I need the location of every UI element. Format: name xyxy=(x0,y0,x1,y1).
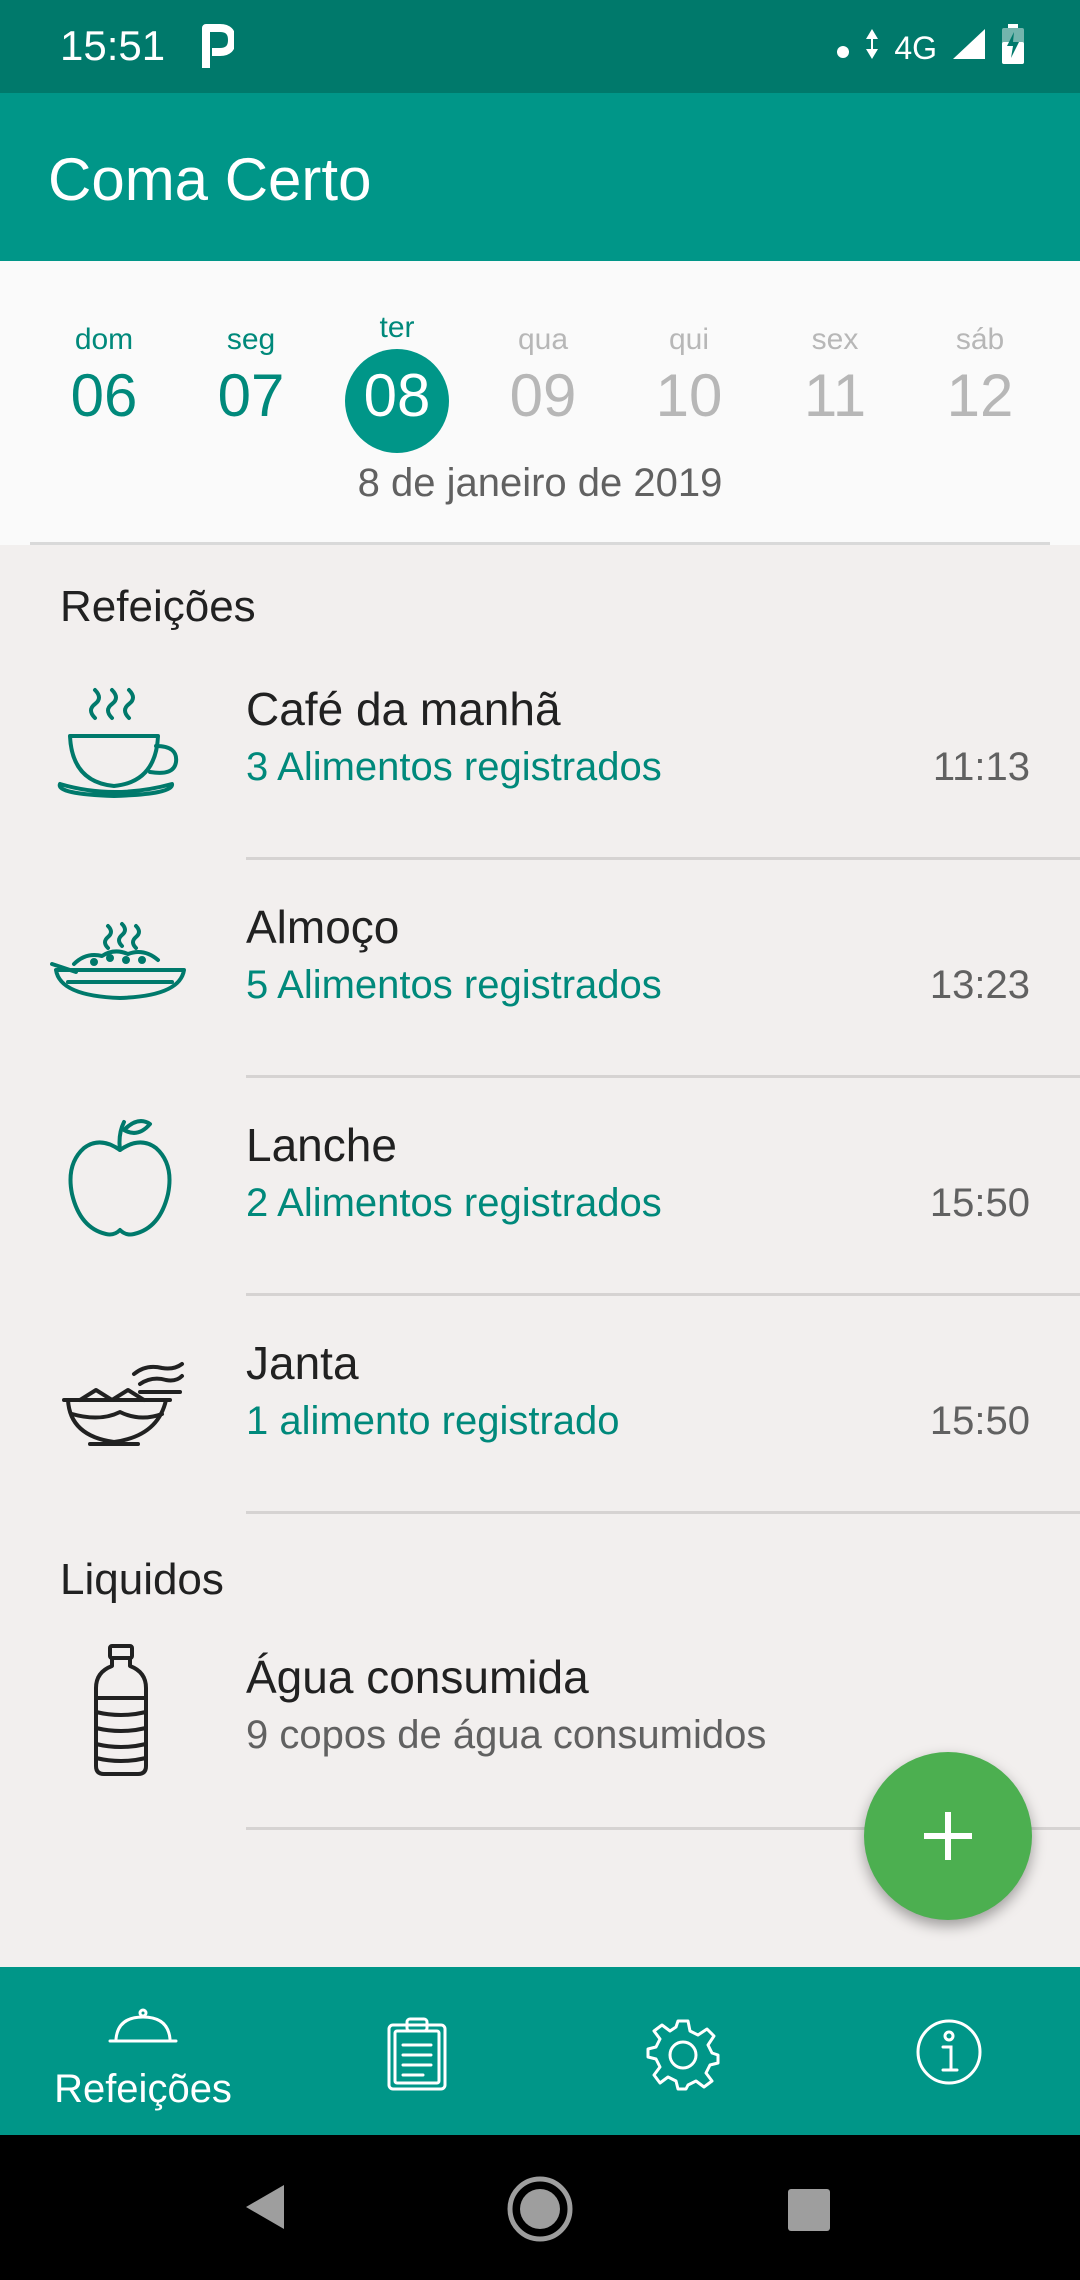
app-bar: Coma Certo xyxy=(0,93,1080,261)
meal-row-snack[interactable]: Lanche 2 Alimentos registrados 15:50 xyxy=(0,1078,1080,1296)
day-name: sex xyxy=(811,323,859,356)
battery-charging-icon xyxy=(1001,24,1025,72)
plus-icon xyxy=(922,1810,974,1867)
bottom-navigation: Refeições xyxy=(0,1967,1080,2135)
meal-name: Almoço xyxy=(246,901,400,953)
day-name: ter xyxy=(379,311,415,344)
system-navigation-bar xyxy=(0,2135,1080,2280)
day-name: seg xyxy=(226,323,276,356)
meal-time: 15:50 xyxy=(929,1399,1030,1443)
notification-dot-icon xyxy=(836,30,850,67)
status-bar: 15:51 4G xyxy=(0,0,1080,93)
day-name: qui xyxy=(668,323,710,356)
liquid-name: Água consumida xyxy=(246,1651,589,1703)
day-name: dom xyxy=(74,323,134,356)
water-bottle-icon xyxy=(50,1640,190,1780)
meal-time: 13:23 xyxy=(929,963,1030,1007)
coffee-cup-icon xyxy=(50,672,190,812)
day-number: 12 xyxy=(946,362,1014,429)
meal-summary: 3 Alimentos registrados xyxy=(246,745,662,789)
cloche-icon xyxy=(108,2007,178,2052)
day-number: 06 xyxy=(70,362,138,429)
meal-time: 15:50 xyxy=(929,1181,1030,1225)
day-number: 07 xyxy=(217,362,285,429)
meal-name: Janta xyxy=(246,1337,359,1389)
clipboard-icon xyxy=(385,2017,449,2096)
meal-row-lunch[interactable]: Almoço 5 Alimentos registrados 13:23 xyxy=(0,860,1080,1078)
day-name: sáb xyxy=(955,323,1005,356)
divider xyxy=(246,1511,1080,1514)
status-time: 15:51 xyxy=(60,22,166,69)
section-title-liquids: Liquidos xyxy=(60,1555,224,1604)
day-name: qua xyxy=(517,323,569,356)
meal-name: Café da manhã xyxy=(246,683,561,735)
nav-label: Refeições xyxy=(54,2067,232,2111)
nav-meals[interactable]: Refeições xyxy=(0,1967,270,2135)
gear-icon xyxy=(646,2017,720,2096)
meal-name: Lanche xyxy=(246,1119,397,1171)
back-icon[interactable] xyxy=(244,2183,286,2236)
day-number: 11 xyxy=(803,362,867,429)
apple-icon xyxy=(50,1108,190,1248)
network-type: 4G xyxy=(894,29,937,66)
meal-summary: 2 Alimentos registrados xyxy=(246,1181,662,1225)
meal-row-breakfast[interactable]: Café da manhã 3 Alimentos registrados 11… xyxy=(0,642,1080,860)
app-title: Coma Certo xyxy=(48,146,372,213)
meal-summary: 5 Alimentos registrados xyxy=(246,963,662,1007)
meal-time: 11:13 xyxy=(932,745,1030,789)
soup-bowl-icon xyxy=(50,1326,190,1466)
info-icon xyxy=(914,2017,984,2092)
recents-icon[interactable] xyxy=(786,2187,832,2238)
meal-row-dinner[interactable]: Janta 1 alimento registrado 15:50 xyxy=(0,1296,1080,1514)
day-number: 08 xyxy=(363,362,431,429)
home-icon[interactable] xyxy=(506,2175,574,2248)
selected-date-label: 8 de janeiro de 2019 xyxy=(357,461,723,505)
add-button[interactable] xyxy=(864,1752,1032,1920)
meal-summary: 1 alimento registrado xyxy=(246,1399,620,1443)
parking-app-icon xyxy=(200,24,236,75)
liquid-summary: 9 copos de água consumidos xyxy=(246,1713,767,1757)
divider xyxy=(30,542,1050,545)
data-arrows-icon xyxy=(864,27,880,69)
nav-records[interactable] xyxy=(285,1967,555,2135)
nav-settings[interactable] xyxy=(548,1967,818,2135)
section-title-meals: Refeições xyxy=(60,582,256,631)
day-number: 10 xyxy=(655,362,723,429)
week-date-selector: dom 06 seg 07 ter 08 qua 09 qui 10 sex 1… xyxy=(0,261,1080,545)
nav-info[interactable] xyxy=(810,1967,1080,2135)
signal-icon xyxy=(951,27,987,69)
plate-of-food-icon xyxy=(50,890,190,1030)
day-number: 09 xyxy=(509,362,577,429)
